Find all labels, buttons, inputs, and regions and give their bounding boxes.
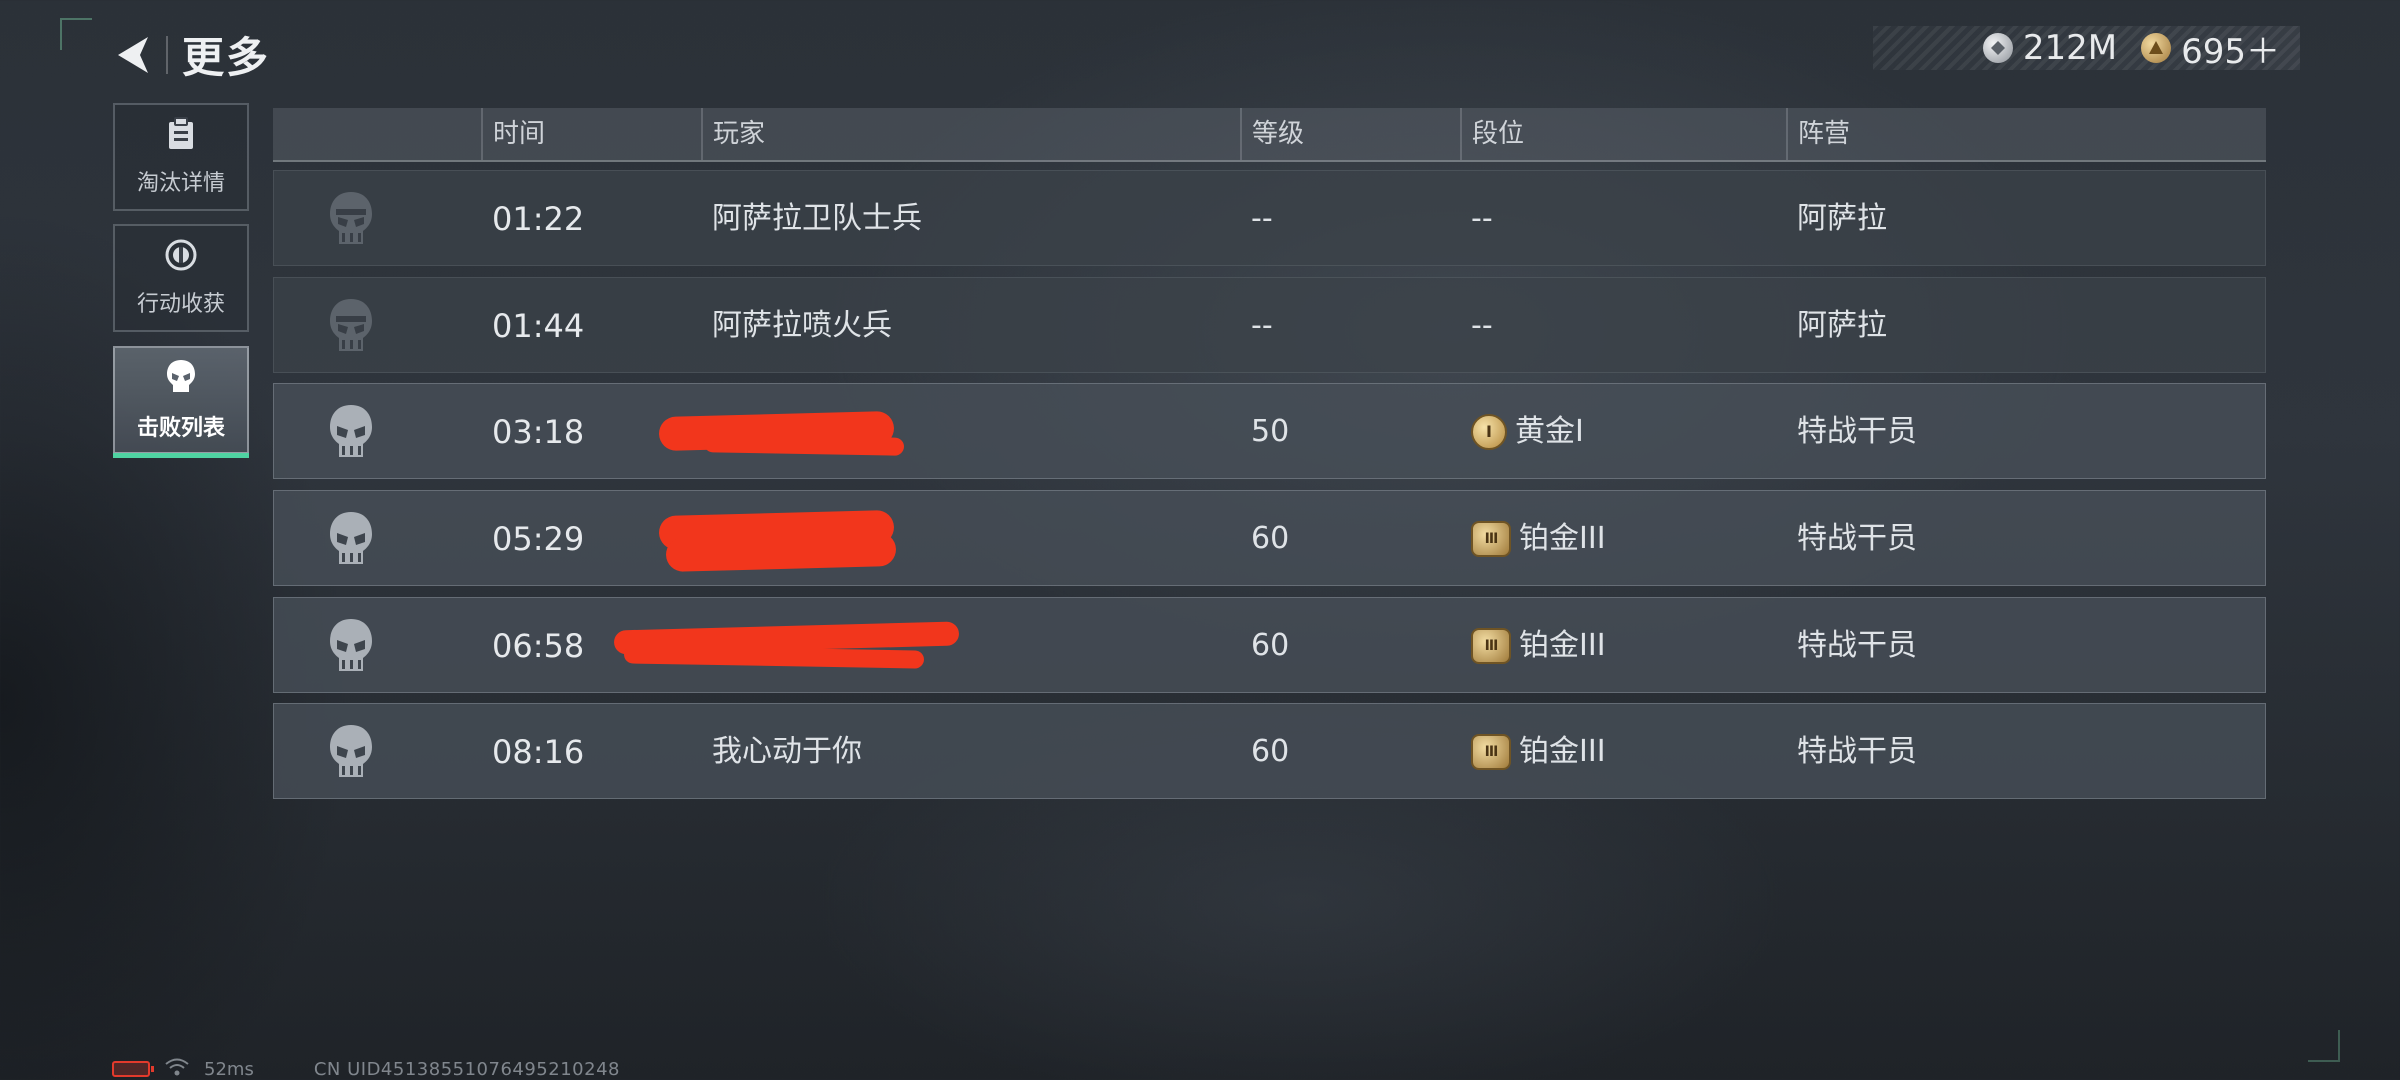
- currency-bar: 212M 695＋: [1873, 24, 2300, 73]
- status-bar: 52ms CN UID4513855107649521024​8: [112, 1058, 620, 1080]
- platinum-rank-icon: III: [1471, 734, 1511, 770]
- column-header-time: 时间: [481, 108, 545, 160]
- tab-label: 淘汰详情: [136, 171, 225, 196]
- table-row[interactable]: 01:44 阿萨拉喷火兵 -- -- 阿萨拉: [273, 277, 2266, 373]
- table-row[interactable]: 05:29 60 III 铂金III 特战干员: [273, 490, 2266, 586]
- row-time: 05:29: [492, 520, 585, 558]
- row-faction: 阿萨拉: [1797, 308, 1887, 343]
- row-rank: 铂金III: [1519, 628, 1606, 663]
- row-player: 我心动于你: [712, 734, 862, 769]
- redaction-mark: [703, 434, 905, 456]
- row-rank: 铂金III: [1519, 521, 1606, 556]
- back-button[interactable]: 更多: [112, 24, 270, 85]
- silver-amount: 212M: [2022, 28, 2118, 68]
- title-divider: [166, 35, 168, 74]
- skull-icon: [164, 358, 198, 400]
- battery-low-icon: [112, 1061, 154, 1077]
- row-level: --: [1251, 201, 1273, 236]
- row-time: 03:18: [492, 413, 585, 451]
- table-row[interactable]: 06:58 60 III 铂金III 特战干员: [273, 597, 2266, 693]
- row-level: 60: [1251, 734, 1290, 769]
- row-rank: --: [1471, 308, 1493, 343]
- platinum-rank-icon: III: [1471, 628, 1511, 664]
- row-faction: 特战干员: [1797, 414, 1917, 449]
- skull-icon: [330, 725, 372, 777]
- redaction-mark: [623, 645, 925, 669]
- tab-kill-list[interactable]: 击败列表: [113, 346, 249, 458]
- tab-elimination-details[interactable]: 淘汰详情: [113, 103, 249, 211]
- wifi-icon: [164, 1057, 190, 1080]
- row-time: 08:16: [492, 733, 585, 771]
- row-player: 阿萨拉喷火兵: [712, 308, 892, 343]
- skull-icon: [330, 299, 372, 351]
- column-header-faction: 阵营: [1786, 108, 1850, 160]
- row-level: --: [1251, 308, 1273, 343]
- row-rank: 黄金I: [1515, 414, 1584, 449]
- column-header-rank: 段位: [1460, 108, 1524, 160]
- row-rank: 铂金III: [1519, 734, 1606, 769]
- gold-rank-icon: I: [1471, 414, 1507, 450]
- user-uid: CN UID4513855107649521024​8: [313, 1058, 620, 1080]
- row-level: 50: [1251, 414, 1290, 449]
- kill-list-table: 时间 玩家 等级 段位 阵营 01:22 阿萨拉卫队士兵 -- -- 阿萨拉 0…: [273, 108, 2266, 799]
- row-faction: 阿萨拉: [1797, 201, 1887, 236]
- redaction-mark: [665, 531, 897, 573]
- skull-icon: [330, 512, 372, 564]
- tab-label: 行动收获: [136, 292, 225, 317]
- column-header-player: 玩家: [701, 108, 765, 160]
- skull-icon: [330, 619, 372, 671]
- corner-decoration: [60, 18, 92, 50]
- gold-coin-icon: [2141, 33, 2172, 63]
- silver-coin-icon: [1982, 33, 2013, 63]
- row-rank-cell: III 铂金III: [1471, 491, 1606, 587]
- column-header-level: 等级: [1240, 108, 1304, 160]
- row-level: 60: [1251, 521, 1290, 556]
- silver-currency[interactable]: 212M: [1982, 28, 2118, 68]
- row-time: 01:44: [492, 307, 585, 345]
- row-faction: 特战干员: [1797, 628, 1917, 663]
- skull-icon: [330, 405, 372, 457]
- row-rank: --: [1471, 201, 1493, 236]
- row-player: 阿萨拉卫队士兵: [712, 201, 922, 236]
- table-header: 时间 玩家 等级 段位 阵营: [273, 108, 2266, 162]
- table-row[interactable]: 08:16 我心动于你 60 III 铂金III 特战干员: [273, 703, 2266, 799]
- table-row[interactable]: 01:22 阿萨拉卫队士兵 -- -- 阿萨拉: [273, 170, 2266, 266]
- clipboard-icon: [166, 117, 196, 155]
- gold-currency[interactable]: 695＋: [2141, 24, 2280, 73]
- platinum-rank-icon: III: [1471, 521, 1511, 557]
- row-faction: 特战干员: [1797, 521, 1917, 556]
- tab-label: 击败列表: [136, 416, 225, 441]
- back-arrow-icon: [112, 33, 152, 77]
- skull-icon: [330, 192, 372, 244]
- row-time: 01:22: [492, 200, 585, 238]
- row-rank-cell: I 黄金I: [1471, 384, 1584, 480]
- row-level: 60: [1251, 628, 1290, 663]
- row-faction: 特战干员: [1797, 734, 1917, 769]
- page-title: 更多: [182, 33, 271, 82]
- tab-operation-loot[interactable]: 行动收获: [113, 224, 249, 332]
- gold-amount: 695＋: [2181, 31, 2280, 72]
- table-row[interactable]: 03:18 50 I 黄金I 特战干员: [273, 383, 2266, 479]
- corner-decoration: [2308, 1030, 2340, 1062]
- row-rank-cell: III 铂金III: [1471, 598, 1606, 694]
- loot-icon: [164, 238, 198, 276]
- row-time: 06:58: [492, 627, 585, 665]
- row-rank-cell: III 铂金III: [1471, 704, 1606, 800]
- ping-readout: 52ms: [204, 1058, 254, 1080]
